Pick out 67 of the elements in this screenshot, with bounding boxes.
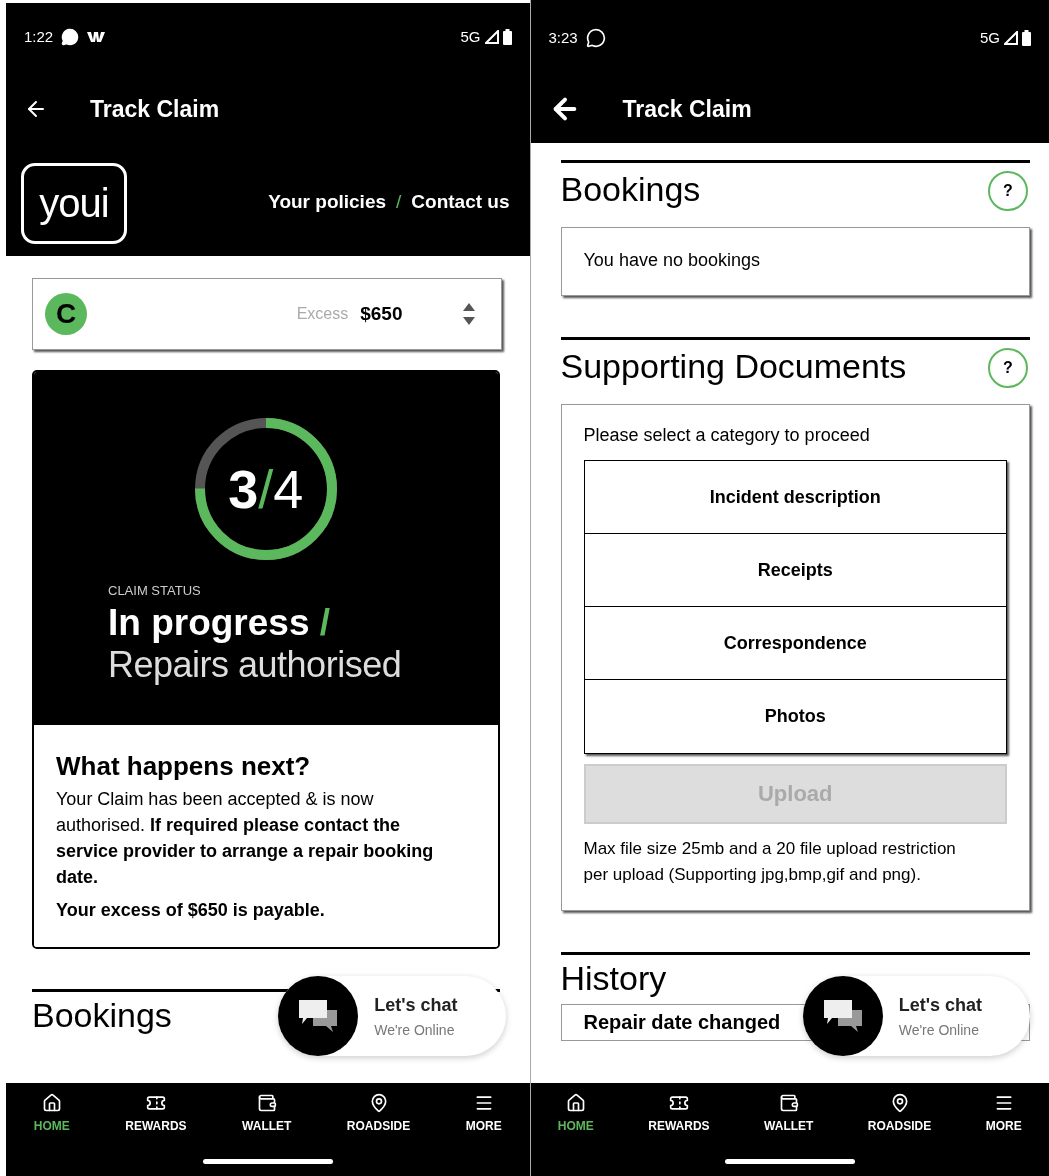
section-title: History xyxy=(560,959,667,998)
nav-tab[interactable]: WALLET xyxy=(238,1093,296,1133)
phone-bubble-icon xyxy=(585,27,606,48)
nav-tab[interactable]: REWARDS xyxy=(121,1093,191,1133)
status-time: 3:23 xyxy=(548,29,578,46)
status-title: In progress / xyxy=(108,602,332,644)
network-label: 5G xyxy=(460,28,481,45)
header-link[interactable]: Contact us xyxy=(411,191,510,213)
screen-title: Track Claim xyxy=(622,95,752,123)
chat-bubbles-icon xyxy=(821,998,864,1034)
category-option[interactable]: Receipts xyxy=(584,534,1006,607)
home-icon xyxy=(565,1093,586,1113)
signal-icon xyxy=(484,29,499,44)
chat-title: Let's chat xyxy=(898,994,982,1016)
wallet-icon xyxy=(256,1093,277,1113)
chat-button[interactable]: Let's chat We're Online xyxy=(802,976,1030,1056)
chat-status: We're Online xyxy=(898,1021,980,1038)
ticket-icon xyxy=(145,1093,166,1113)
nav-tab[interactable]: MORE xyxy=(461,1093,506,1133)
next-steps-title: What happens next? xyxy=(56,751,312,782)
ticket-icon xyxy=(668,1093,689,1113)
next-steps-text: Your Claim has been accepted & is now authorised. If required please contact the service provider to arrange a repair booking date. xyxy=(56,788,435,889)
help-button[interactable]: ? xyxy=(988,171,1028,211)
excess-note: Your excess of $650 is payable. xyxy=(56,900,326,921)
chat-bubbles-icon xyxy=(297,998,340,1034)
nav-tab[interactable]: MORE xyxy=(981,1093,1026,1133)
chat-title: Let's chat xyxy=(374,994,458,1016)
category-option[interactable]: Correspondence xyxy=(584,607,1006,680)
policy-selector[interactable]: C Excess $650 xyxy=(32,278,502,350)
chat-button[interactable]: Let's chat We're Online xyxy=(278,976,506,1056)
excess-value: $650 xyxy=(360,303,403,325)
battery-icon xyxy=(502,28,512,45)
nav-tab[interactable]: HOME xyxy=(553,1093,598,1133)
status-time: 1:22 xyxy=(24,28,54,45)
category-prompt: Please select a category to proceed xyxy=(583,425,871,446)
nav-tab[interactable]: ROADSIDE xyxy=(863,1093,936,1133)
category-option[interactable]: Incident description xyxy=(584,461,1006,534)
upload-note: Max file size 25mb and a 20 file upload restriction per upload (Supporting jpg,bmp,gif and png). xyxy=(583,838,957,886)
step-counter: 3/4 xyxy=(228,462,304,516)
chat-status: We're Online xyxy=(374,1021,456,1038)
home-icon xyxy=(41,1093,62,1113)
wallet-icon xyxy=(778,1093,799,1113)
avatar: C xyxy=(45,293,87,335)
empty-message: You have no bookings xyxy=(583,250,761,271)
nav-tab[interactable]: ROADSIDE xyxy=(342,1093,415,1133)
battery-icon xyxy=(1022,29,1031,46)
history-title: Repair date changed xyxy=(583,1011,781,1033)
category-option[interactable]: Photos xyxy=(584,680,1006,753)
header-link[interactable]: Your policies xyxy=(268,191,387,213)
help-button[interactable]: ? xyxy=(988,348,1028,388)
section-title: Bookings xyxy=(560,169,701,209)
messenger-icon xyxy=(61,27,80,46)
section-title: Supporting Documents xyxy=(560,346,907,386)
nav-tab[interactable]: WALLET xyxy=(760,1093,818,1133)
nav-tab[interactable]: REWARDS xyxy=(644,1093,714,1133)
nav-tab[interactable]: HOME xyxy=(29,1093,74,1133)
status-label: CLAIM STATUS xyxy=(108,583,202,598)
section-title: Bookings xyxy=(32,996,172,1035)
status-subtitle: Repairs authorised xyxy=(108,644,403,686)
network-label: 5G xyxy=(980,29,1000,46)
w-icon xyxy=(87,31,106,42)
screen-title: Track Claim xyxy=(90,95,220,123)
excess-label: Excess xyxy=(296,305,349,323)
signal-icon xyxy=(1004,30,1018,45)
separator: / xyxy=(396,191,402,213)
logo: youi xyxy=(21,162,127,244)
sort-arrows-icon xyxy=(462,303,475,325)
